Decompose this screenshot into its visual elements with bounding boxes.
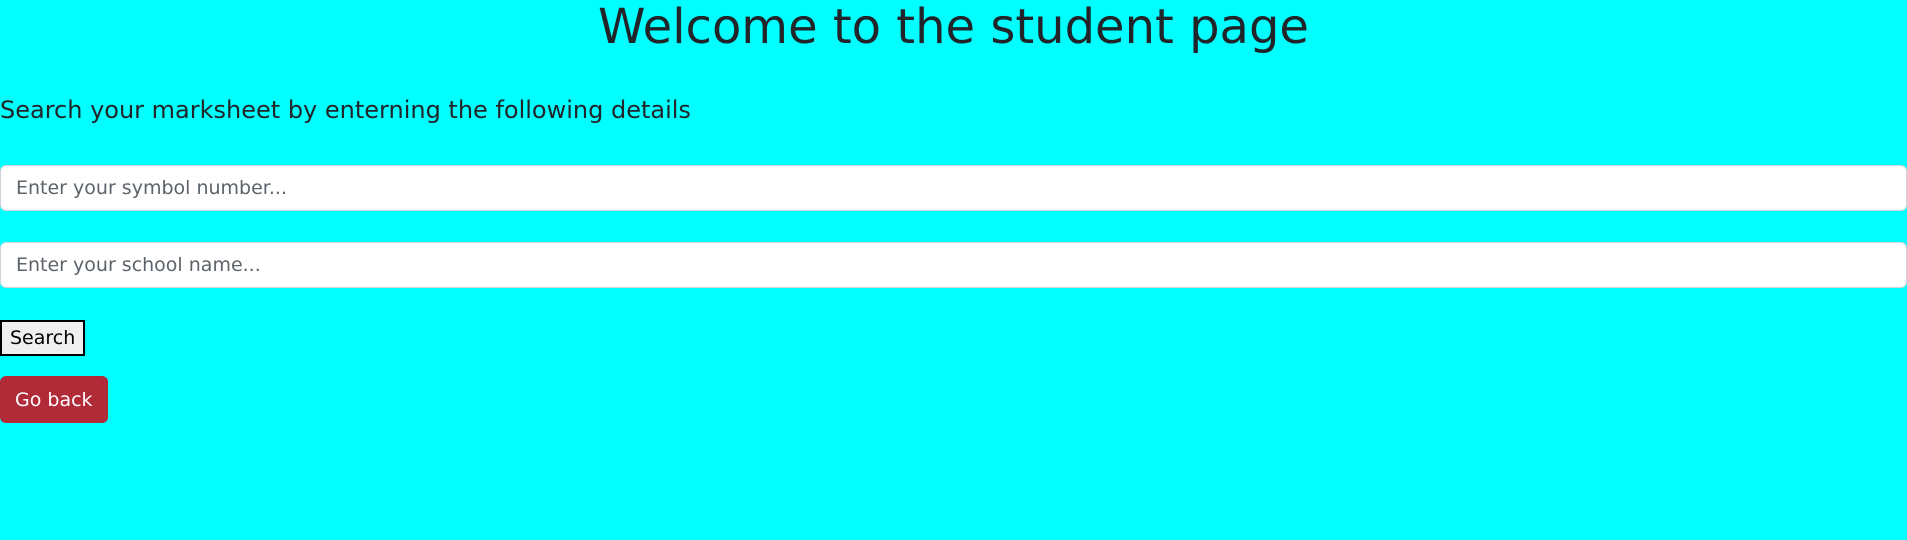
page-title: Welcome to the student page [598,0,1309,55]
search-instructions: Search your marksheet by enterning the f… [0,96,691,124]
symbol-number-input[interactable] [0,165,1907,211]
school-name-input[interactable] [0,242,1907,288]
go-back-button[interactable]: Go back [0,376,108,423]
search-button[interactable]: Search [0,320,86,356]
